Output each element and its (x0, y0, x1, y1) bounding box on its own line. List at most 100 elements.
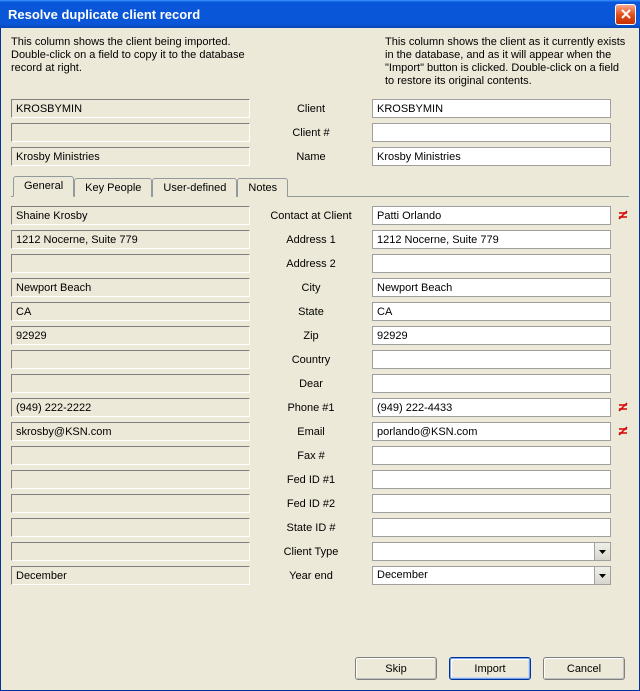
header-name-row: Name (11, 146, 629, 167)
field-row: Address 1 (11, 229, 629, 250)
db-field-input[interactable] (372, 230, 611, 249)
cancel-button[interactable]: Cancel (543, 657, 625, 680)
field-row: Dear (11, 373, 629, 394)
field-label: Client Type (256, 546, 366, 558)
field-label: Fed ID #1 (256, 474, 366, 486)
import-name[interactable] (11, 147, 250, 166)
import-field-input[interactable] (11, 278, 250, 297)
import-field-input[interactable] (11, 470, 250, 489)
import-field-input[interactable] (11, 566, 250, 585)
field-row: Zip (11, 325, 629, 346)
chevron-down-icon (599, 550, 606, 554)
import-field-input[interactable] (11, 326, 250, 345)
diff-indicator (617, 330, 629, 342)
field-label: City (256, 282, 366, 294)
field-row: Phone #1 (11, 397, 629, 418)
difference-icon (618, 426, 629, 437)
label-name: Name (256, 151, 366, 163)
db-field-input[interactable] (372, 470, 611, 489)
db-field-input[interactable] (372, 518, 611, 537)
diff-indicator (617, 546, 629, 558)
close-button[interactable] (615, 4, 636, 25)
db-field-input[interactable] (372, 254, 611, 273)
field-row: City (11, 277, 629, 298)
import-field-input[interactable] (11, 254, 250, 273)
db-field-input[interactable] (372, 446, 611, 465)
field-label: Fax # (256, 450, 366, 462)
field-row: Year endDecember (11, 565, 629, 586)
tab-content-general: Contact at Client Address 1 Address 2 City S… (11, 197, 629, 586)
titlebar: Resolve duplicate client record (0, 0, 640, 28)
import-field-input[interactable] (11, 302, 250, 321)
db-field-input[interactable] (372, 326, 611, 345)
tab-notes[interactable]: Notes (237, 178, 288, 197)
db-field-input[interactable] (372, 206, 611, 225)
difference-icon (618, 210, 629, 221)
field-row: Fed ID #2 (11, 493, 629, 514)
import-field-input[interactable] (11, 542, 250, 561)
tab-general[interactable]: General (13, 176, 74, 197)
dialog-body: This column shows the client being impor… (0, 28, 640, 691)
import-button[interactable]: Import (449, 657, 531, 680)
field-label: Email (256, 426, 366, 438)
combo-dropdown-button[interactable] (594, 567, 610, 584)
diff-indicator (617, 498, 629, 510)
close-icon (621, 9, 631, 19)
field-label: Dear (256, 378, 366, 390)
field-row: Client Type (11, 541, 629, 562)
diff-indicator (617, 354, 629, 366)
diff-indicator (617, 522, 629, 534)
db-field-input[interactable] (372, 398, 611, 417)
field-row: State ID # (11, 517, 629, 538)
field-label: Contact at Client (256, 210, 366, 222)
diff-indicator (617, 426, 629, 438)
tab-user-defined[interactable]: User-defined (152, 178, 237, 197)
db-field-combo[interactable]: December (372, 566, 611, 585)
db-name[interactable] (372, 147, 611, 166)
field-row: Fax # (11, 445, 629, 466)
description-row: This column shows the client being impor… (11, 36, 629, 88)
db-field-input[interactable] (372, 494, 611, 513)
import-field-input[interactable] (11, 446, 250, 465)
header-clientnum-row: Client # (11, 122, 629, 143)
import-field-input[interactable] (11, 494, 250, 513)
import-field-input[interactable] (11, 398, 250, 417)
diff-indicator (617, 234, 629, 246)
field-row: Country (11, 349, 629, 370)
diff-indicator (617, 306, 629, 318)
diff-indicator (617, 258, 629, 270)
import-field-input[interactable] (11, 422, 250, 441)
db-field-input[interactable] (372, 350, 611, 369)
field-label: Phone #1 (256, 402, 366, 414)
field-label: Address 1 (256, 234, 366, 246)
diff-indicator (617, 570, 629, 582)
combo-text (373, 543, 594, 560)
import-field-input[interactable] (11, 230, 250, 249)
db-field-input[interactable] (372, 374, 611, 393)
button-bar: Skip Import Cancel (355, 657, 625, 680)
db-field-input[interactable] (372, 422, 611, 441)
import-field-input[interactable] (11, 518, 250, 537)
import-field-input[interactable] (11, 206, 250, 225)
tab-key-people[interactable]: Key People (74, 178, 152, 197)
db-clientnum[interactable] (372, 123, 611, 142)
db-field-combo[interactable] (372, 542, 611, 561)
import-client[interactable] (11, 99, 250, 118)
db-field-input[interactable] (372, 302, 611, 321)
field-row: Fed ID #1 (11, 469, 629, 490)
import-clientnum[interactable] (11, 123, 250, 142)
label-clientnum: Client # (256, 127, 366, 139)
import-field-input[interactable] (11, 350, 250, 369)
db-client[interactable] (372, 99, 611, 118)
combo-dropdown-button[interactable] (594, 543, 610, 560)
skip-button[interactable]: Skip (355, 657, 437, 680)
diff-indicator (617, 450, 629, 462)
field-row: Address 2 (11, 253, 629, 274)
import-field-input[interactable] (11, 374, 250, 393)
diff-indicator (617, 474, 629, 486)
field-row: Email (11, 421, 629, 442)
left-description: This column shows the client being impor… (11, 36, 255, 88)
tab-bar: General Key People User-defined Notes (11, 175, 629, 197)
window-title: Resolve duplicate client record (8, 7, 615, 22)
db-field-input[interactable] (372, 278, 611, 297)
